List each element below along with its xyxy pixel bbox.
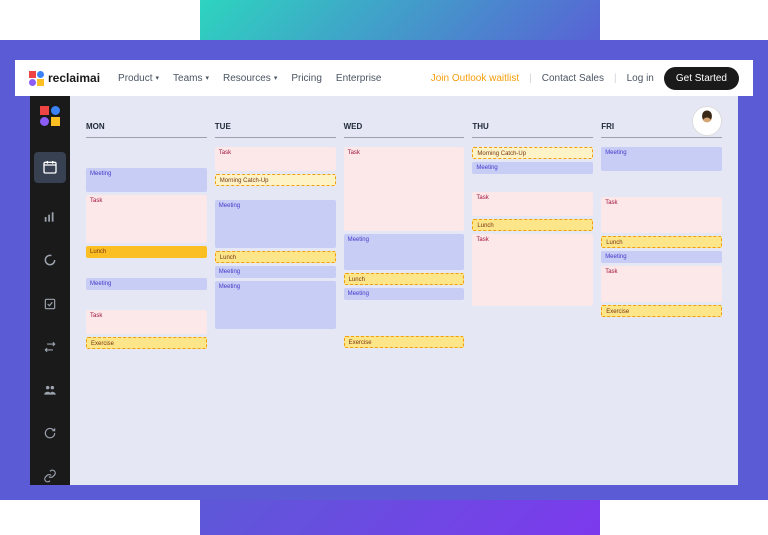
divider: | <box>529 73 532 84</box>
event-task[interactable]: Task <box>601 266 722 302</box>
day-column-wed: WEDTaskMeetingLunchMeetingExercise <box>344 122 465 349</box>
day-header: WED <box>344 122 465 138</box>
stats-icon[interactable] <box>41 209 59 226</box>
event-lunch[interactable]: Lunch <box>215 251 336 263</box>
chevron-down-icon: ▾ <box>274 74 278 82</box>
event-meeting[interactable]: Meeting <box>601 147 722 171</box>
event-task[interactable]: Task <box>86 195 207 243</box>
topbar-right: Join Outlook waitlist | Contact Sales | … <box>431 67 739 90</box>
event-task[interactable]: Task <box>215 147 336 171</box>
event-task[interactable]: Task <box>86 310 207 334</box>
event-lunch[interactable]: Lunch <box>472 219 593 231</box>
event-meeting[interactable]: Meeting <box>215 200 336 248</box>
event-exercise[interactable]: Exercise <box>86 337 207 349</box>
avatar[interactable] <box>692 106 722 136</box>
day-header: MON <box>86 122 207 138</box>
event-meeting[interactable]: Meeting <box>86 168 207 192</box>
event-task[interactable]: Task <box>472 192 593 216</box>
day-header: TUE <box>215 122 336 138</box>
people-icon[interactable] <box>41 381 59 398</box>
contact-sales-link[interactable]: Contact Sales <box>542 73 604 84</box>
chevron-down-icon: ▾ <box>156 74 160 82</box>
nav-teams[interactable]: Teams▾ <box>173 73 209 84</box>
link-icon[interactable] <box>41 468 59 485</box>
login-link[interactable]: Log in <box>627 73 654 84</box>
topbar: reclaimai Product▾ Teams▾ Resources▾ Pricin… <box>15 60 753 96</box>
loading-icon[interactable] <box>41 252 59 269</box>
event-exercise[interactable]: Exercise <box>601 305 722 317</box>
app-frame: MONMeetingTaskLunchMeetingTaskExerciseTU… <box>30 96 738 485</box>
nav-resources[interactable]: Resources▾ <box>223 73 277 84</box>
event-task[interactable]: Task <box>601 197 722 233</box>
event-meeting[interactable]: Meeting <box>86 278 207 290</box>
waitlist-link[interactable]: Join Outlook waitlist <box>431 73 519 84</box>
event-lunch[interactable]: Lunch <box>344 273 465 285</box>
nav-product[interactable]: Product▾ <box>118 73 159 84</box>
nav-enterprise[interactable]: Enterprise <box>336 73 382 84</box>
app-logo-icon <box>40 106 60 126</box>
sidebar <box>30 96 70 485</box>
nav-pricing[interactable]: Pricing <box>291 73 322 84</box>
brand-name: reclaimai <box>48 71 100 85</box>
day-column-fri: FRIMeetingTaskLunchMeetingTaskExercise <box>601 122 722 349</box>
event-lunch[interactable]: Lunch <box>601 236 722 248</box>
event-catchup[interactable]: Morning Catch-Up <box>215 174 336 186</box>
get-started-button[interactable]: Get Started <box>664 67 739 90</box>
day-column-mon: MON Meeting Task Lunch Meeting Task Exercise <box>86 122 207 349</box>
event-meeting[interactable]: Meeting <box>215 266 336 278</box>
event-task[interactable]: Task <box>344 147 465 231</box>
brand-logo[interactable]: reclaimai <box>29 71 100 86</box>
event-lunch[interactable]: Lunch <box>86 246 207 258</box>
day-column-thu: THU Morning Catch-Up Meeting Task Lunch Task <box>472 122 593 349</box>
week-grid: MONMeetingTaskLunchMeetingTaskExerciseTU… <box>86 122 722 349</box>
sync-icon[interactable] <box>41 425 59 442</box>
event-meeting[interactable]: Meeting <box>344 234 465 270</box>
chevron-down-icon: ▾ <box>205 74 209 82</box>
event-catchup[interactable]: Morning Catch-Up <box>472 147 593 159</box>
event-meeting[interactable]: Meeting <box>215 281 336 329</box>
event-meeting[interactable]: Meeting <box>472 162 593 174</box>
calendar-icon[interactable] <box>34 152 66 183</box>
event-meeting[interactable]: Meeting <box>344 288 465 300</box>
day-column-tue: TUE Task Morning Catch-Up Meeting Lunch Meeti… <box>215 122 336 349</box>
divider: | <box>614 73 617 84</box>
checkbox-icon[interactable] <box>41 295 59 312</box>
day-header: THU <box>472 122 593 138</box>
logo-icon <box>29 71 44 86</box>
event-meeting[interactable]: Meeting <box>601 251 722 263</box>
calendar-body: MONMeetingTaskLunchMeetingTaskExerciseTU… <box>70 96 738 485</box>
repeat-icon[interactable] <box>41 338 59 355</box>
event-task[interactable]: Task <box>472 234 593 306</box>
main-nav: Product▾ Teams▾ Resources▾ Pricing Enterpris… <box>118 73 381 84</box>
event-exercise[interactable]: Exercise <box>344 336 465 348</box>
